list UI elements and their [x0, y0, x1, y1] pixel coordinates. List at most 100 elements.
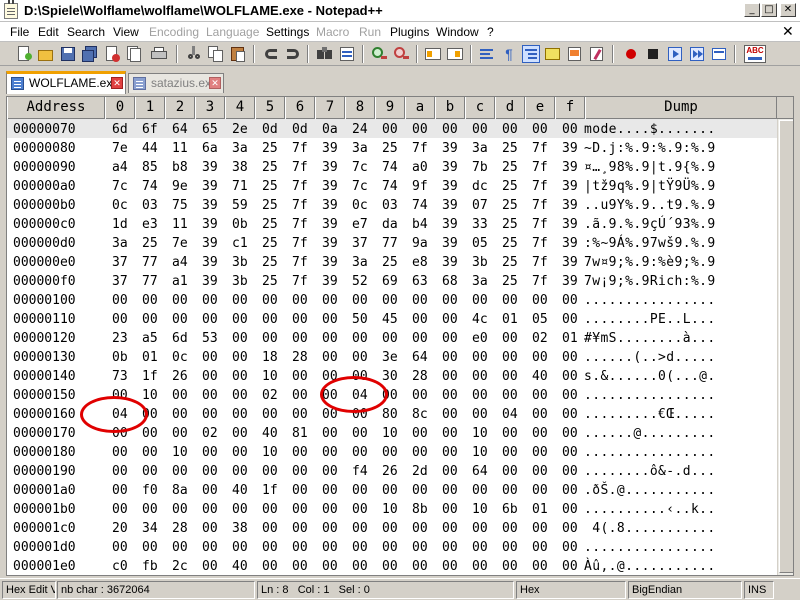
hex-byte-cell[interactable]: 64	[472, 464, 488, 479]
hex-byte-cell[interactable]: 00	[232, 502, 248, 517]
hex-byte-cell[interactable]: 00	[532, 464, 548, 479]
hex-byte-cell[interactable]: 11	[172, 217, 188, 232]
save-all-icon[interactable]	[81, 45, 99, 63]
hex-byte-cell[interactable]: 00	[502, 540, 518, 555]
hex-byte-cell[interactable]: 74	[412, 198, 428, 213]
hex-byte-cell[interactable]: 00	[502, 559, 518, 574]
hex-byte-cell[interactable]: 59	[232, 198, 248, 213]
hex-byte-cell[interactable]: 00	[442, 445, 458, 460]
word-wrap-icon[interactable]	[478, 45, 496, 63]
hex-byte-cell[interactable]: 00	[292, 502, 308, 517]
hex-byte-cell[interactable]: 39	[562, 198, 578, 213]
hex-byte-cell[interactable]: 00	[532, 407, 548, 422]
hex-byte-cell[interactable]: 39	[562, 274, 578, 289]
hex-byte-cell[interactable]: 00	[442, 312, 458, 327]
hex-byte-cell[interactable]: 00	[502, 331, 518, 346]
hex-byte-cell[interactable]: 40	[532, 369, 548, 384]
hex-rows[interactable]: 00000070 6d 6f 64 65 2e 0d 0d 0a 24 00 00 00 00 00 00 00…	[7, 119, 777, 575]
hex-byte-cell[interactable]: 00	[412, 521, 428, 536]
hex-byte-cell[interactable]: 39	[442, 217, 458, 232]
menu-language[interactable]: Language	[206, 25, 259, 39]
hex-byte-cell[interactable]: 04	[502, 407, 518, 422]
ascii-dump[interactable]: ......(..>d.....	[584, 350, 716, 365]
hex-byte-cell[interactable]: 7e	[112, 141, 128, 156]
hex-byte-cell[interactable]: 00	[142, 540, 158, 555]
hex-byte-cell[interactable]: 00	[202, 293, 218, 308]
hex-byte-cell[interactable]: 39	[322, 198, 338, 213]
hex-byte-cell[interactable]: 39	[562, 217, 578, 232]
spell-check-icon[interactable]: ABC	[744, 45, 766, 63]
ascii-dump[interactable]: .........€Œ.....	[584, 407, 716, 422]
hex-byte-cell[interactable]: 00	[292, 407, 308, 422]
open-file-icon[interactable]	[37, 45, 55, 63]
hex-byte-cell[interactable]: 00	[502, 426, 518, 441]
hex-byte-cell[interactable]: 3e	[382, 350, 398, 365]
hex-byte-cell[interactable]: 0d	[292, 122, 308, 137]
hex-byte-cell[interactable]: 00	[352, 521, 368, 536]
hex-byte-cell[interactable]: 6d	[112, 122, 128, 137]
hex-row[interactable]: 000000c0 1d e3 11 39 0b 25 7f 39 e7 da b4 39 33 25 7f 39…	[7, 214, 777, 233]
copy-icon[interactable]	[207, 45, 225, 63]
hex-byte-cell[interactable]: 00	[442, 122, 458, 137]
hex-byte-cell[interactable]: 74	[382, 160, 398, 175]
hex-byte-cell[interactable]: 00	[502, 122, 518, 137]
hex-byte-cell[interactable]: 39	[202, 217, 218, 232]
hex-byte-cell[interactable]: 00	[562, 540, 578, 555]
hex-byte-cell[interactable]: b4	[412, 217, 428, 232]
hex-byte-cell[interactable]: 00	[562, 464, 578, 479]
hex-byte-cell[interactable]: 00	[232, 293, 248, 308]
hex-byte-cell[interactable]: 8a	[172, 483, 188, 498]
menu-window[interactable]: Window	[436, 25, 479, 39]
redo-icon[interactable]	[284, 45, 302, 63]
hex-byte-cell[interactable]: 00	[232, 407, 248, 422]
hex-byte-cell[interactable]: 10	[262, 369, 278, 384]
close-file-icon[interactable]	[103, 45, 121, 63]
hex-byte-cell[interactable]: 00	[562, 312, 578, 327]
hex-byte-cell[interactable]: 00	[292, 540, 308, 555]
hex-byte-cell[interactable]: 37	[112, 255, 128, 270]
hex-byte-cell[interactable]: 03	[142, 198, 158, 213]
hex-byte-cell[interactable]: 00	[352, 331, 368, 346]
hex-byte-cell[interactable]: 39	[442, 236, 458, 251]
hex-byte-cell[interactable]: 00	[502, 369, 518, 384]
hex-byte-cell[interactable]: 7b	[472, 160, 488, 175]
hex-byte-cell[interactable]: 2e	[232, 122, 248, 137]
hex-byte-cell[interactable]: 39	[202, 160, 218, 175]
hex-byte-cell[interactable]: 00	[172, 312, 188, 327]
hex-byte-cell[interactable]: 00	[562, 350, 578, 365]
hex-byte-cell[interactable]: 77	[142, 274, 158, 289]
hex-byte-cell[interactable]: 00	[382, 122, 398, 137]
hex-byte-cell[interactable]: 00	[202, 540, 218, 555]
hex-byte-cell[interactable]: 25	[502, 217, 518, 232]
hex-byte-cell[interactable]: 00	[472, 369, 488, 384]
print-icon[interactable]	[150, 45, 168, 63]
hex-byte-cell[interactable]: 25	[262, 160, 278, 175]
hex-row[interactable]: 00000190 00 00 00 00 00 00 00 00 f4 26 2d 00 64 00 00 00…	[7, 461, 777, 480]
hex-byte-cell[interactable]: 00	[412, 388, 428, 403]
close-all-icon[interactable]	[125, 45, 143, 63]
hex-byte-cell[interactable]: 25	[262, 141, 278, 156]
hex-byte-cell[interactable]: 39	[202, 274, 218, 289]
hex-row[interactable]: 00000110 00 00 00 00 00 00 00 00 50 45 00 00 4c 01 05 00…	[7, 309, 777, 328]
hex-byte-cell[interactable]: 53	[202, 331, 218, 346]
ascii-dump[interactable]: ..........‹..k..	[584, 502, 716, 517]
hex-byte-cell[interactable]: 0c	[352, 198, 368, 213]
hex-byte-cell[interactable]: 00	[112, 540, 128, 555]
tab-wolflame[interactable]: WOLFLAME.exe ✕	[6, 71, 126, 94]
hex-row[interactable]: 00000090 a4 85 b8 39 38 25 7f 39 7c 74 a0 39 7b 25 7f 39…	[7, 157, 777, 176]
hex-byte-cell[interactable]: 25	[502, 141, 518, 156]
hex-byte-cell[interactable]: da	[382, 217, 398, 232]
hex-byte-cell[interactable]: 3a	[352, 141, 368, 156]
user-language-icon[interactable]	[544, 45, 562, 63]
hex-byte-cell[interactable]: 00	[502, 445, 518, 460]
ascii-dump[interactable]: :%~9Á%.97wš9.%.9	[584, 236, 716, 251]
hex-byte-cell[interactable]: 00	[322, 293, 338, 308]
maximize-button[interactable]: □	[761, 3, 777, 17]
hex-byte-cell[interactable]: 45	[382, 312, 398, 327]
hex-byte-cell[interactable]: 4c	[472, 312, 488, 327]
ascii-dump[interactable]: 7w¡9;%.9Rich:%.9	[584, 274, 716, 289]
hex-byte-cell[interactable]: 00	[472, 559, 488, 574]
hex-byte-cell[interactable]: 39	[562, 236, 578, 251]
hex-byte-cell[interactable]: 00	[382, 540, 398, 555]
hex-byte-cell[interactable]: 00	[292, 369, 308, 384]
